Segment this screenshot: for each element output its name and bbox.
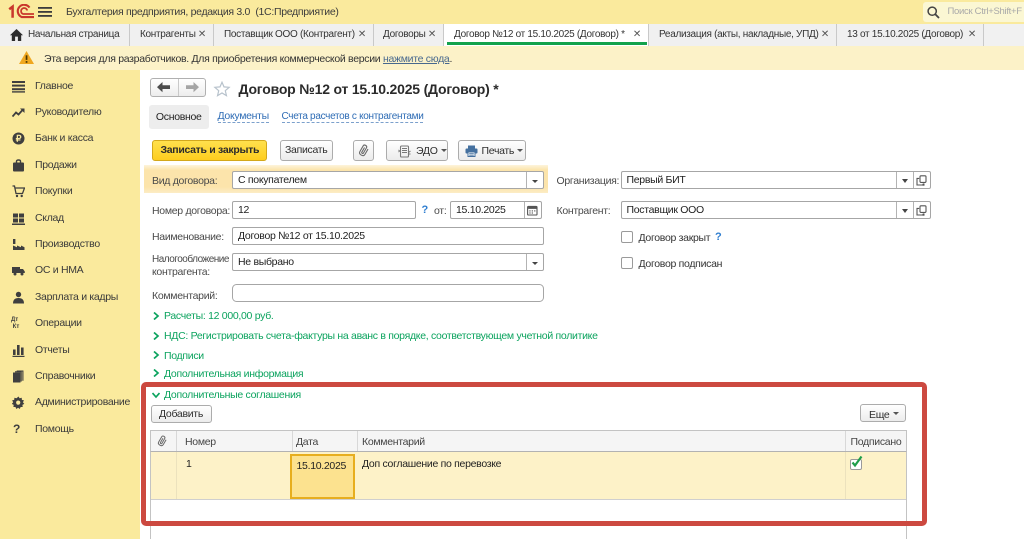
svg-text:₽: ₽ (16, 134, 22, 144)
